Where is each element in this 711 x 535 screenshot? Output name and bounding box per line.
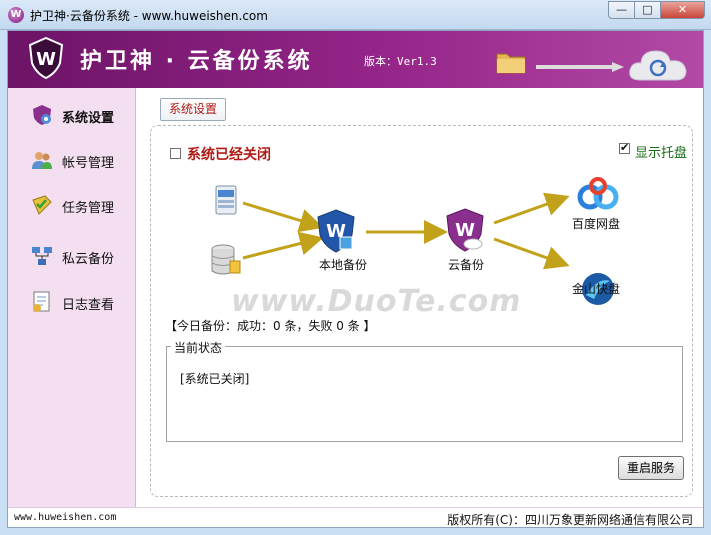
maximize-button[interactable]: □ (634, 1, 661, 19)
system-enable-checkbox[interactable] (170, 148, 181, 159)
shield-logo-icon: W (28, 37, 64, 79)
show-tray-checkbox[interactable] (619, 141, 630, 154)
svg-text:W: W (36, 49, 56, 70)
baidu-pan-icon (577, 177, 619, 210)
sidebar-item-tasks[interactable]: 任务管理 (8, 187, 136, 223)
show-tray-label: 显示托盘 (635, 146, 688, 161)
sidebar-item-label: 帐号管理 (62, 156, 115, 171)
arrow-cloud-to-kingsoft (493, 237, 570, 270)
arrow-cloud-to-baidu (493, 192, 570, 225)
sidebar-item-account[interactable]: 帐号管理 (8, 142, 136, 178)
sidebar-item-label: 私云备份 (62, 252, 115, 267)
footer: www.huweishen.com 版权所有(C)：四川万象更新网络通信有限公司 (8, 507, 703, 527)
sidebar-item-label: 日志查看 (62, 298, 115, 313)
folder-icon (496, 53, 526, 74)
footer-copyright: 版权所有(C)：四川万象更新网络通信有限公司 (447, 513, 693, 527)
tasks-icon (32, 195, 52, 215)
system-status-label: 系统已经关闭 (187, 147, 271, 163)
app-frame: W 护卫神 · 云备份系统 版本：Ver1.3 系统设置 帐号管理 任务管理 私… (7, 30, 704, 528)
arrow-db-to-local (242, 231, 324, 260)
close-button[interactable]: ✕ (660, 1, 705, 19)
restart-service-button[interactable]: 重启服务 (618, 456, 684, 480)
today-backup-summary: 【今日备份：成功：0 条，失败 0 条 】 (165, 319, 376, 333)
arrow-icon (536, 62, 624, 72)
local-backup-label: 本地备份 (319, 258, 368, 272)
sidebar-item-logs[interactable]: 日志查看 (8, 284, 136, 320)
brand-title: 护卫神 · 云备份系统 (80, 49, 313, 74)
minimize-button[interactable]: — (608, 1, 635, 19)
current-status-legend: 当前状态 (171, 339, 226, 356)
title-bar: W 护卫神·云备份系统 - www.huweishen.com — □ ✕ (0, 0, 711, 30)
tab-system-settings[interactable]: 系统设置 (160, 98, 227, 121)
window-controls: — □ ✕ (608, 1, 705, 19)
sidebar-item-label: 任务管理 (62, 201, 115, 216)
svg-text:W: W (455, 220, 475, 241)
cloud-backup-label: 云备份 (448, 258, 485, 272)
server-icon (215, 185, 237, 215)
database-icon (211, 244, 241, 275)
cloud-backup-shield-icon: W (446, 208, 484, 252)
banner: W 护卫神 · 云备份系统 版本：Ver1.3 (8, 31, 703, 88)
baidu-pan-label: 百度网盘 (572, 217, 621, 231)
cloud-sync-icon (629, 50, 687, 81)
sidebar-item-label: 系统设置 (62, 111, 115, 126)
log-icon (33, 291, 50, 312)
local-backup-shield-icon: W (317, 209, 355, 253)
window-title: 护卫神·云备份系统 - www.huweishen.com (30, 9, 268, 23)
sidebar-item-system-settings[interactable]: 系统设置 (8, 97, 136, 133)
version-label: 版本：Ver1.3 (364, 55, 437, 68)
arrow-server-to-local (242, 201, 324, 233)
settings-icon (33, 105, 51, 125)
app-icon: W (8, 7, 24, 23)
footer-site-url: www.huweishen.com (14, 512, 117, 523)
sidebar: 系统设置 帐号管理 任务管理 私云备份 日志查看 (8, 88, 136, 527)
network-icon (32, 247, 52, 265)
current-status-box (166, 346, 683, 442)
kingsoft-pan-label: 金山快盘 (572, 282, 621, 296)
current-status-text: [系统已关闭] (180, 372, 250, 386)
sidebar-item-private-cloud[interactable]: 私云备份 (8, 238, 136, 274)
users-icon (32, 152, 52, 169)
watermark: www.DuoTe.com (231, 284, 522, 319)
